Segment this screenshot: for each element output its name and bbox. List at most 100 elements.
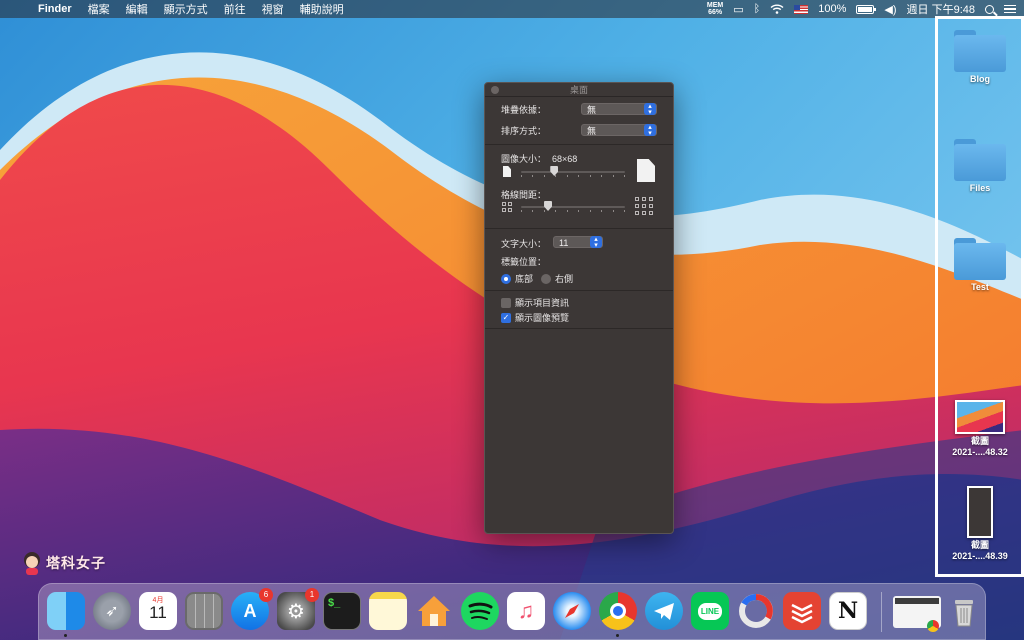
- panel-titlebar[interactable]: 桌面: [485, 83, 673, 97]
- input-source-flag-icon[interactable]: [794, 4, 809, 14]
- desktop-item-label-line2: 2021-....48.39: [952, 551, 1008, 561]
- wifi-icon[interactable]: [770, 4, 784, 14]
- finder-icon[interactable]: [47, 592, 85, 637]
- icon-size-slider[interactable]: [521, 171, 625, 173]
- line-icon[interactable]: LINE: [691, 592, 729, 630]
- trash-icon[interactable]: [945, 592, 983, 630]
- menu-view[interactable]: 顯示方式: [156, 1, 216, 17]
- show-item-info-row[interactable]: 顯示項目資訊: [501, 296, 569, 309]
- calculator-icon[interactable]: [185, 592, 223, 630]
- desktop-folder-blog[interactable]: Blog: [938, 30, 1022, 85]
- screenshot-thumbnail: [967, 486, 993, 538]
- menu-go[interactable]: 前往: [216, 1, 254, 17]
- chrome-icon[interactable]: [599, 592, 637, 637]
- text-size-value: 11: [559, 238, 569, 248]
- text-size-select[interactable]: 11 ▴ ▾: [553, 236, 603, 249]
- menu-bar: Finder 檔案 編輯 顯示方式 前往 視窗 輔助說明 MEM 66% ▭ ᛒ…: [0, 0, 1024, 18]
- divider: [485, 144, 673, 145]
- app-store-icon[interactable]: A 6: [231, 588, 273, 630]
- watermark-avatar-icon: [24, 552, 40, 575]
- music-icon[interactable]: ♫: [507, 592, 545, 630]
- memory-value: 66%: [708, 9, 723, 16]
- stack-by-select[interactable]: 無 ▴ ▾: [581, 103, 657, 116]
- folder-icon: [954, 238, 1006, 280]
- chevron-up-down-icon: ▴ ▾: [644, 103, 656, 116]
- menu-help[interactable]: 輔助說明: [292, 1, 352, 17]
- control-center-icon[interactable]: [1004, 4, 1016, 14]
- show-item-info-label: 顯示項目資訊: [515, 298, 570, 308]
- folder-icon: [954, 30, 1006, 72]
- folder-icon: [954, 139, 1006, 181]
- text-size-row: 文字大小：: [501, 237, 546, 250]
- battery-icon[interactable]: [856, 4, 877, 14]
- spotlight-search-icon[interactable]: [985, 4, 994, 14]
- icon-size-value: 68×68: [552, 153, 578, 164]
- show-icon-preview-checkbox[interactable]: ✓: [501, 312, 511, 323]
- bluetooth-icon[interactable]: ᛒ: [754, 3, 761, 15]
- recent-window-icon[interactable]: [893, 596, 941, 632]
- sort-by-label: 排序方式：: [501, 126, 547, 136]
- launchpad-icon[interactable]: ➶: [93, 592, 131, 630]
- stack-by-row: 堆疊依據：: [501, 103, 546, 116]
- running-indicator: [616, 634, 619, 637]
- menu-file[interactable]: 檔案: [80, 1, 118, 17]
- grid-spacing-row: 格線間距：: [501, 188, 546, 201]
- radio-bottom[interactable]: [501, 273, 511, 284]
- volume-icon[interactable]: ◀): [884, 3, 896, 16]
- sort-by-row: 排序方式：: [501, 124, 546, 137]
- divider: [485, 290, 673, 291]
- sort-by-select[interactable]: 無 ▴ ▾: [581, 124, 657, 137]
- calendar-day: 11: [149, 603, 167, 622]
- notion-icon[interactable]: N: [829, 592, 867, 630]
- text-size-label: 文字大小：: [501, 239, 547, 249]
- panel-title: 桌面: [569, 85, 588, 95]
- show-icon-preview-row[interactable]: ✓ 顯示圖像預覽: [501, 311, 569, 324]
- desktop-folder-test[interactable]: Test: [938, 238, 1022, 293]
- watermark: 塔科女子: [22, 551, 106, 575]
- icon-size-ticks: [521, 175, 625, 177]
- airplay-icon[interactable]: ▭: [733, 3, 743, 16]
- desktop-item-label-line2: 2021-....48.32: [952, 447, 1008, 457]
- calendar-icon[interactable]: 4月 11: [139, 592, 177, 630]
- divider: [485, 328, 673, 329]
- system-preferences-icon[interactable]: ⚙ 1: [277, 588, 319, 630]
- terminal-icon[interactable]: $_: [323, 592, 361, 630]
- divider: [485, 228, 673, 229]
- desktop-screenshot-1[interactable]: 截圖 2021-....48.32: [938, 400, 1022, 458]
- menu-edit[interactable]: 編輯: [118, 1, 156, 17]
- radio-right[interactable]: [541, 273, 551, 284]
- menubar-clock[interactable]: 週日 下午9:48: [907, 1, 975, 17]
- desktop-item-label-line1: 截圖: [970, 436, 989, 446]
- desktop-item-label: Files: [969, 183, 991, 193]
- show-item-info-checkbox[interactable]: [501, 297, 511, 308]
- watermark-text: 塔科女子: [46, 555, 106, 571]
- desktop-screenshot-2[interactable]: 截圖 2021-....48.39: [938, 486, 1022, 562]
- spotify-icon[interactable]: [461, 592, 499, 630]
- memory-label: MEM: [706, 2, 724, 9]
- safari-icon[interactable]: [553, 592, 591, 630]
- wide-grid-icon: [635, 197, 653, 215]
- sort-by-value: 無: [587, 126, 597, 136]
- menu-window[interactable]: 視窗: [254, 1, 292, 17]
- todoist-icon[interactable]: [783, 592, 821, 630]
- telegram-icon[interactable]: [645, 592, 683, 630]
- istat-icon[interactable]: [737, 592, 775, 630]
- memory-status[interactable]: MEM 66%: [707, 2, 723, 16]
- battery-percent[interactable]: 100%: [818, 3, 846, 15]
- desktop-item-label: Test: [971, 282, 989, 292]
- system-preferences-badge: 1: [305, 588, 319, 602]
- close-button[interactable]: [491, 86, 499, 94]
- label-position-label: 標籤位置：: [501, 257, 547, 267]
- home-icon[interactable]: [415, 592, 453, 630]
- label-position-right-option[interactable]: 右側: [541, 272, 573, 285]
- grid-spacing-slider[interactable]: [521, 206, 625, 208]
- desktop-item-label: Blog: [970, 74, 990, 84]
- label-position-row: 標籤位置：: [501, 255, 546, 268]
- label-position-bottom-option[interactable]: 底部: [501, 272, 533, 285]
- desktop-folder-files[interactable]: Files: [938, 139, 1022, 194]
- desktop-view-options-panel: 桌面 堆疊依據： 無 ▴ ▾ 排序方式： 無 ▴ ▾ 圖像大小： 68×68 格線間…: [484, 82, 674, 534]
- notes-icon[interactable]: [369, 592, 407, 630]
- small-document-icon: [503, 166, 511, 177]
- running-indicator: [64, 634, 67, 637]
- menu-app-name[interactable]: Finder: [28, 3, 80, 15]
